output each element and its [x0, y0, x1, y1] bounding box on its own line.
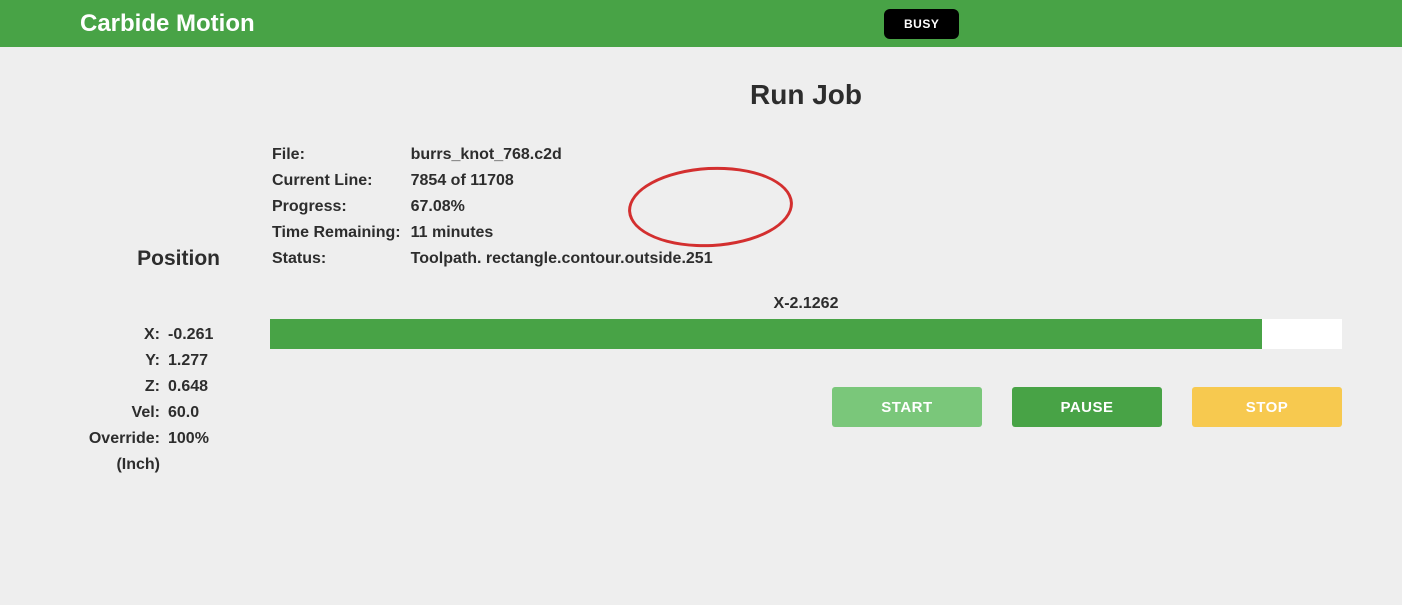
progress-bar [270, 319, 1342, 349]
position-table: X: -0.261 Y: 1.277 Z: 0.648 Vel: 60.0 Ov… [87, 321, 270, 479]
position-sidebar: Position X: -0.261 Y: 1.277 Z: 0.648 Vel… [0, 47, 270, 479]
job-info-table: File: burrs_knot_768.c2d Current Line: 7… [270, 141, 715, 273]
position-x-label: X: [89, 323, 166, 347]
job-control-buttons: START PAUSE STOP [270, 387, 1342, 427]
header-bar: Carbide Motion BUSY [0, 0, 1402, 47]
file-label: File: [272, 143, 409, 167]
main-panel: Run Job File: burrs_knot_768.c2d Current… [270, 47, 1402, 479]
time-remaining-label: Time Remaining: [272, 221, 409, 245]
start-button[interactable]: START [832, 387, 982, 427]
status-value: Toolpath. rectangle.contour.outside.251 [411, 247, 713, 271]
position-unit-label: (Inch) [89, 453, 166, 477]
page-title: Run Job [270, 79, 1342, 111]
axis-readout: X-2.1262 [270, 295, 1342, 313]
position-override-value: 100% [168, 427, 268, 451]
position-x-value: -0.261 [168, 323, 268, 347]
current-line-value: 7854 of 11708 [411, 169, 713, 193]
position-vel-label: Vel: [89, 401, 166, 425]
position-y-value: 1.277 [168, 349, 268, 373]
position-z-label: Z: [89, 375, 166, 399]
progress-value: 67.08% [411, 195, 713, 219]
position-y-label: Y: [89, 349, 166, 373]
busy-status-badge: BUSY [884, 9, 959, 39]
stop-button[interactable]: STOP [1192, 387, 1342, 427]
progress-bar-fill [270, 319, 1262, 349]
current-line-label: Current Line: [272, 169, 409, 193]
file-value: burrs_knot_768.c2d [411, 143, 713, 167]
time-remaining-value: 11 minutes [411, 221, 713, 245]
position-override-label: Override: [89, 427, 166, 451]
status-label: Status: [272, 247, 409, 271]
app-title: Carbide Motion [80, 10, 255, 38]
position-title: Position [0, 247, 220, 271]
progress-label: Progress: [272, 195, 409, 219]
position-z-value: 0.648 [168, 375, 268, 399]
pause-button[interactable]: PAUSE [1012, 387, 1162, 427]
position-vel-value: 60.0 [168, 401, 268, 425]
